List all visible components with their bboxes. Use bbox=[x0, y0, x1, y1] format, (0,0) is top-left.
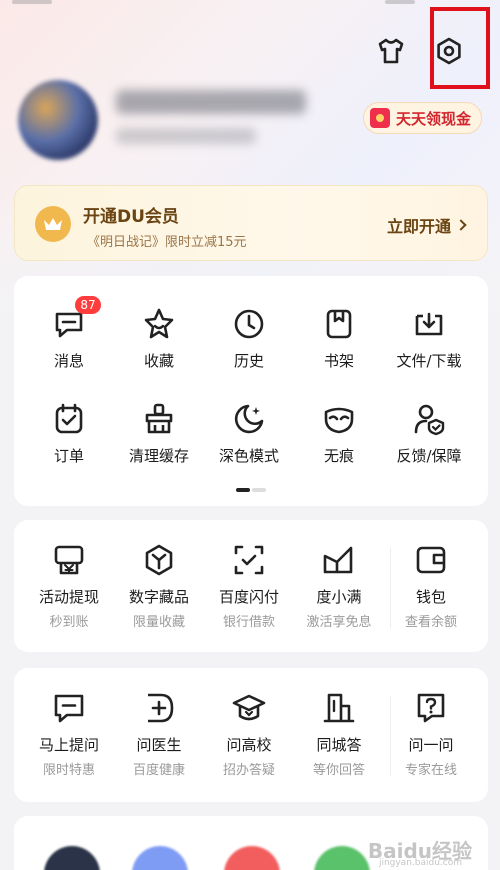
tool-label: 文件/下载 bbox=[396, 352, 462, 370]
tool-history[interactable]: 历史 bbox=[204, 306, 294, 371]
tools-card: 87 消息 收藏 历史 书架 文件/下载 订单 清理缓存 深色模式 无痕 反馈/… bbox=[14, 276, 488, 506]
service-doctor[interactable]: 问医生 百度健康 bbox=[114, 690, 204, 778]
order-icon bbox=[51, 401, 87, 437]
service-sub: 限时特惠 bbox=[42, 763, 95, 778]
service-sub: 等你回答 bbox=[312, 763, 365, 778]
service-sub: 招办答疑 bbox=[222, 763, 275, 778]
finance-wallet[interactable]: 钱包 查看余额 bbox=[386, 542, 476, 630]
finance-duxiaoman[interactable]: 度小满 激活享免息 bbox=[294, 542, 384, 630]
service-sub: 百度健康 bbox=[132, 763, 185, 778]
finance-sub: 查看余额 bbox=[404, 615, 457, 630]
app-icon[interactable] bbox=[314, 846, 370, 870]
mask-icon bbox=[321, 401, 357, 437]
tool-label: 反馈/保障 bbox=[396, 447, 462, 465]
finance-label: 数字藏品 bbox=[128, 588, 189, 606]
vip-banner[interactable]: 开通DU会员 《明日战记》限时立减15元 立即开通 bbox=[14, 185, 488, 261]
page-indicator bbox=[236, 488, 266, 492]
finance-withdraw[interactable]: 活动提现 秒到账 bbox=[24, 542, 114, 630]
service-expert[interactable]: 问一问 专家在线 bbox=[386, 690, 476, 778]
app-icon[interactable] bbox=[224, 846, 280, 870]
tool-incognito[interactable]: 无痕 bbox=[294, 401, 384, 466]
tool-feedback[interactable]: 反馈/保障 bbox=[384, 401, 474, 466]
red-envelope-icon bbox=[370, 108, 390, 128]
app-icon[interactable] bbox=[132, 846, 188, 870]
finance-flash-pay[interactable]: 百度闪付 银行借款 bbox=[204, 542, 294, 630]
medical-icon bbox=[141, 690, 177, 726]
yuan-icon bbox=[51, 542, 87, 578]
vip-open-button[interactable]: 立即开通 bbox=[386, 213, 467, 237]
status-bar bbox=[0, 0, 500, 12]
shield-user-icon bbox=[411, 401, 447, 437]
tool-label: 深色模式 bbox=[218, 447, 279, 465]
clock-icon bbox=[231, 306, 267, 342]
finance-sub: 秒到账 bbox=[49, 615, 89, 630]
service-label: 马上提问 bbox=[38, 736, 99, 754]
service-label: 问医生 bbox=[136, 736, 182, 754]
finance-label: 活动提现 bbox=[38, 588, 99, 606]
tool-messages[interactable]: 87 消息 bbox=[24, 296, 114, 371]
tool-bookshelf[interactable]: 书架 bbox=[294, 306, 384, 371]
crown-icon bbox=[35, 206, 71, 242]
moon-icon bbox=[231, 401, 267, 437]
service-local[interactable]: 同城答 等你回答 bbox=[294, 690, 384, 778]
tool-orders[interactable]: 订单 bbox=[24, 401, 114, 466]
vip-open-label: 立即开通 bbox=[386, 217, 451, 236]
finance-label: 百度闪付 bbox=[218, 588, 279, 606]
watermark-sub: jingyan.baidu.com bbox=[378, 858, 462, 868]
vip-title: 开通DU会员 bbox=[83, 207, 179, 227]
profile-section[interactable]: 天天领现金 bbox=[18, 80, 488, 160]
broom-icon bbox=[141, 401, 177, 437]
tool-label: 订单 bbox=[53, 447, 84, 465]
settings-highlight-box bbox=[430, 7, 490, 89]
wallet-icon bbox=[413, 542, 449, 578]
finance-sub: 银行借款 bbox=[222, 615, 275, 630]
vip-subtitle: 《明日战记》限时立减15元 bbox=[87, 235, 247, 250]
download-icon bbox=[411, 306, 447, 342]
app-icon[interactable] bbox=[44, 846, 100, 870]
daily-cash-label: 天天领现金 bbox=[396, 109, 472, 128]
services-card: 马上提问 限时特惠 问医生 百度健康 问高校 招办答疑 同城答 等你回答 问一问… bbox=[14, 668, 488, 802]
dxm-icon bbox=[321, 542, 357, 578]
finance-label: 度小满 bbox=[316, 588, 362, 606]
finance-card: 活动提现 秒到账 数字藏品 限量收藏 百度闪付 银行借款 度小满 激活享免息 钱… bbox=[14, 520, 488, 652]
chevron-right-icon bbox=[455, 219, 467, 231]
profile-stats-blurred bbox=[116, 128, 256, 144]
tool-clear-cache[interactable]: 清理缓存 bbox=[114, 401, 204, 466]
finance-nft[interactable]: 数字藏品 限量收藏 bbox=[114, 542, 204, 630]
daily-cash-button[interactable]: 天天领现金 bbox=[363, 102, 483, 134]
finance-label: 钱包 bbox=[415, 588, 446, 606]
username-blurred bbox=[116, 90, 306, 114]
graduation-cap-icon bbox=[231, 690, 267, 726]
service-label: 同城答 bbox=[316, 736, 362, 754]
tool-label: 无痕 bbox=[323, 447, 354, 465]
bookmark-icon bbox=[321, 306, 357, 342]
question-icon bbox=[413, 690, 449, 726]
tool-label: 收藏 bbox=[143, 352, 174, 370]
ask-icon bbox=[51, 690, 87, 726]
message-icon: 87 bbox=[51, 296, 101, 342]
tool-downloads[interactable]: 文件/下载 bbox=[384, 306, 474, 371]
service-ask[interactable]: 马上提问 限时特惠 bbox=[24, 690, 114, 778]
tool-label: 消息 bbox=[53, 352, 84, 370]
star-icon bbox=[141, 306, 177, 342]
scan-pay-icon bbox=[231, 542, 267, 578]
avatar[interactable] bbox=[18, 80, 98, 160]
finance-sub: 激活享免息 bbox=[306, 615, 372, 630]
tool-label: 历史 bbox=[233, 352, 264, 370]
building-icon bbox=[321, 690, 357, 726]
service-sub: 专家在线 bbox=[404, 763, 457, 778]
finance-sub: 限量收藏 bbox=[132, 615, 185, 630]
tool-favorites[interactable]: 收藏 bbox=[114, 306, 204, 371]
service-university[interactable]: 问高校 招办答疑 bbox=[204, 690, 294, 778]
service-label: 问高校 bbox=[226, 736, 272, 754]
tshirt-icon[interactable] bbox=[370, 30, 412, 72]
tool-dark-mode[interactable]: 深色模式 bbox=[204, 401, 294, 466]
cube-icon bbox=[141, 542, 177, 578]
unread-badge: 87 bbox=[75, 296, 101, 314]
tool-label: 清理缓存 bbox=[128, 447, 189, 465]
service-label: 问一问 bbox=[408, 736, 454, 754]
tool-label: 书架 bbox=[323, 352, 354, 370]
